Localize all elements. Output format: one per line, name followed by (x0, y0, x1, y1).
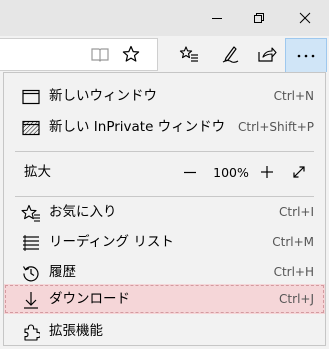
menu-item-downloads[interactable]: ダウンロード Ctrl+J (4, 284, 325, 314)
plus-icon (261, 166, 273, 178)
menu-item-label: リーディング リスト (49, 234, 174, 250)
download-icon (21, 290, 41, 310)
menu-item-extensions[interactable]: 拡張機能 (4, 316, 325, 346)
menu-item-shortcut: Ctrl+N (273, 89, 314, 103)
minimize-button[interactable] (197, 0, 237, 36)
title-bar (0, 0, 329, 36)
favorite-star-icon[interactable] (116, 36, 146, 72)
restore-icon (254, 13, 264, 23)
minus-icon (184, 171, 196, 174)
reading-list-icon (21, 233, 41, 253)
restore-button[interactable] (239, 0, 279, 36)
menu-item-new-inprivate-window[interactable]: 新しい InPrivate ウィンドウ Ctrl+Shift+P (4, 112, 325, 142)
close-icon (299, 12, 311, 24)
menu-item-label: 新しいウィンドウ (49, 88, 157, 104)
history-icon (21, 263, 41, 283)
menu-separator (15, 151, 314, 152)
reading-view-icon[interactable] (85, 36, 115, 72)
share-icon[interactable] (252, 36, 282, 72)
more-actions-button[interactable] (285, 38, 327, 72)
menu-item-label: ダウンロード (49, 291, 130, 307)
extensions-icon (21, 322, 41, 342)
menu-item-shortcut: Ctrl+Shift+P (238, 120, 314, 134)
menu-item-label: 新しい InPrivate ウィンドウ (49, 119, 226, 135)
menu-item-history[interactable]: 履歴 Ctrl+H (4, 257, 325, 287)
fullscreen-button[interactable] (286, 159, 312, 185)
minimize-icon (212, 18, 222, 19)
zoom-value: 100% (213, 165, 249, 180)
menu-item-label: 履歴 (49, 264, 76, 280)
close-button[interactable] (285, 0, 325, 36)
fullscreen-icon (293, 166, 305, 178)
menu-item-shortcut: Ctrl+J (279, 292, 314, 306)
zoom-out-button[interactable] (177, 159, 203, 185)
more-dots-icon (297, 54, 315, 57)
menu-item-label: 拡張機能 (49, 323, 103, 339)
menu-item-favorites[interactable]: お気に入り Ctrl+I (4, 197, 325, 227)
more-actions-menu: 新しいウィンドウ Ctrl+N 新しい InPrivate ウィンドウ Ctrl… (3, 72, 326, 346)
menu-item-shortcut: Ctrl+M (272, 235, 314, 249)
zoom-label: 拡大 (24, 164, 51, 180)
menu-item-reading-list[interactable]: リーディング リスト Ctrl+M (4, 227, 325, 257)
inprivate-window-icon (21, 118, 41, 138)
menu-item-shortcut: Ctrl+I (279, 205, 314, 219)
menu-item-label: お気に入り (49, 204, 117, 220)
new-window-icon (21, 87, 41, 107)
favorites-list-icon[interactable] (174, 36, 204, 72)
web-note-icon[interactable] (215, 36, 245, 72)
zoom-in-button[interactable] (254, 159, 280, 185)
menu-item-new-window[interactable]: 新しいウィンドウ Ctrl+N (4, 81, 325, 111)
menu-item-shortcut: Ctrl+H (273, 265, 314, 279)
favorites-icon (21, 203, 41, 223)
zoom-row: 拡大 100% (4, 157, 325, 187)
